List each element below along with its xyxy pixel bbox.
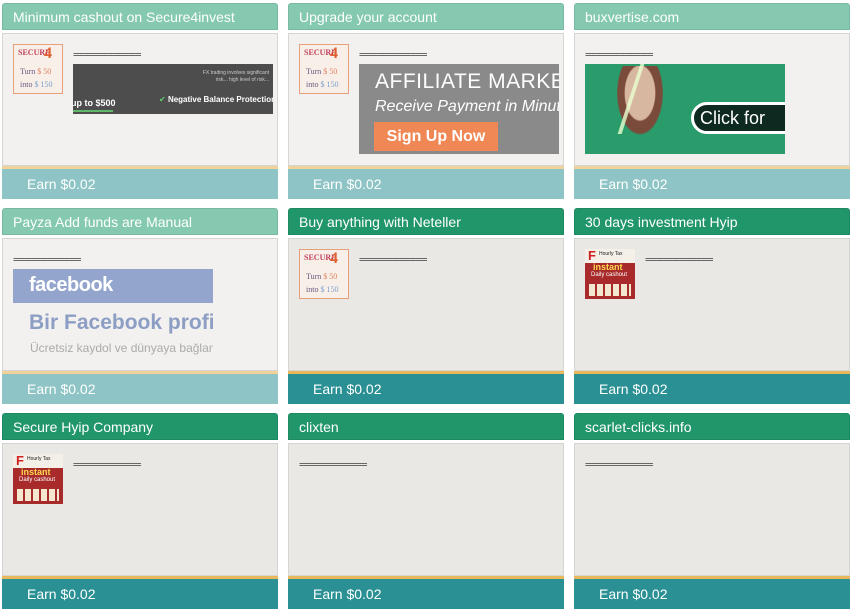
logo-line1-amount: $ 50 [323, 272, 338, 281]
affiliate-banner[interactable]: AFFILIATE MARKETER Receive Payment in Mi… [359, 64, 559, 154]
facebook-logo: facebook [29, 274, 113, 296]
logo-number: 4 [330, 45, 338, 62]
fire-logo: F Hourly Tax instant Daily cashout [13, 454, 63, 504]
ad-body[interactable]: F Hourly Tax instant Daily cashout =====… [2, 443, 278, 576]
logo-line2-label: into [306, 285, 321, 294]
logo-letter: F [16, 454, 24, 468]
secure4invest-logo: SECURE 4 Turn $ 50 into $ 150 [299, 44, 349, 94]
logo-daily: Daily cashout [19, 477, 56, 483]
logo-daily: Daily cashout [591, 272, 628, 278]
secure4invest-logo: SECURE 4 Turn $ 50 into $ 150 [299, 249, 349, 299]
forex-banner[interactable]: FX trading involves significant risk... … [73, 64, 273, 114]
banner-fine-print: FX trading involves significant risk... … [202, 70, 269, 83]
ad-title[interactable]: scarlet-clicks.info [574, 413, 850, 440]
logo-bars [589, 284, 631, 296]
earn-label: Earn $0.02 [2, 169, 278, 199]
logo-sub: Hourly Tax [599, 251, 623, 257]
logo-line2-label: into [306, 80, 321, 89]
logo-letter: F [588, 249, 596, 263]
ad-card[interactable]: Buy anything with Neteller SECURE 4 Turn… [288, 208, 564, 404]
ad-body[interactable]: SECURE 4 Turn $ 50 into $ 150 ==========… [288, 33, 564, 166]
earn-label: Earn $0.02 [2, 374, 278, 404]
logo-line2-label: into [20, 80, 35, 89]
banner-deposit-text: up to $500 [73, 98, 116, 108]
ad-title[interactable]: 30 days investment Hyip [574, 208, 850, 235]
earn-label: Earn $0.02 [288, 579, 564, 609]
banner-subline: Ücretsiz kaydol ve dünyaya bağlan [30, 341, 213, 355]
logo-instant: instant [593, 262, 623, 272]
facebook-banner[interactable]: facebook Bir Facebook profili Ücretsiz k… [13, 269, 213, 359]
earn-label: Earn $0.02 [574, 374, 850, 404]
logo-line1: Turn $ 50 [306, 272, 337, 281]
ad-card[interactable]: clixten ============ Earn $0.02 [288, 413, 564, 609]
ad-title[interactable]: Upgrade your account [288, 3, 564, 30]
earn-label: Earn $0.02 [574, 579, 850, 609]
ad-title[interactable]: buxvertise.com [574, 3, 850, 30]
separator: ============ [73, 458, 141, 471]
separator: ============ [585, 458, 653, 471]
logo-number: 4 [330, 250, 338, 267]
logo-line2-amount: $ 150 [320, 80, 339, 89]
ad-body[interactable]: ============ [574, 443, 850, 576]
logo-line1-label: Turn [306, 272, 324, 281]
couple-image [605, 66, 675, 154]
logo-line2: into $ 150 [20, 80, 52, 89]
logo-line2: into $ 150 [306, 285, 338, 294]
logo-line2-amount: $ 150 [320, 285, 339, 294]
buxvertise-banner[interactable]: Click for [585, 64, 785, 154]
separator: ============ [73, 48, 141, 61]
ad-card[interactable]: buxvertise.com ============ Click for Ea… [574, 3, 850, 199]
ad-title[interactable]: Minimum cashout on Secure4invest [2, 3, 278, 30]
sign-up-button[interactable]: Sign Up Now [374, 122, 498, 151]
logo-line1: Turn $ 50 [20, 67, 51, 76]
fire-logo: F Hourly Tax instant Daily cashout [585, 249, 635, 299]
banner-protection: ✔ Negative Balance Protection [159, 95, 273, 104]
earn-label: Earn $0.02 [2, 579, 278, 609]
earn-label: Earn $0.02 [288, 169, 564, 199]
banner-subline: Receive Payment in Minutes [375, 98, 559, 115]
ad-title[interactable]: Payza Add funds are Manual [2, 208, 278, 235]
ad-body[interactable]: SECURE 4 Turn $ 50 into $ 150 ==========… [2, 33, 278, 166]
ad-body[interactable]: ============ facebook Bir Facebook profi… [2, 238, 278, 371]
logo-line1-amount: $ 50 [37, 67, 52, 76]
banner-protection-text: Negative Balance Protection [167, 95, 273, 104]
ad-card[interactable]: Secure Hyip Company F Hourly Tax instant… [2, 413, 278, 609]
ad-body[interactable]: F Hourly Tax instant Daily cashout =====… [574, 238, 850, 371]
check-icon: ✔ [159, 95, 166, 104]
logo-line2-amount: $ 150 [34, 80, 53, 89]
ad-card[interactable]: 30 days investment Hyip F Hourly Tax ins… [574, 208, 850, 404]
ad-title[interactable]: clixten [288, 413, 564, 440]
separator: ============ [13, 253, 81, 266]
separator: ============ [645, 253, 713, 266]
ad-card[interactable]: Payza Add funds are Manual ============ … [2, 208, 278, 404]
banner-headline: AFFILIATE MARKETER [375, 70, 559, 93]
ad-title[interactable]: Secure Hyip Company [2, 413, 278, 440]
separator: ============ [359, 253, 427, 266]
ad-title[interactable]: Buy anything with Neteller [288, 208, 564, 235]
ad-body[interactable]: ============ [288, 443, 564, 576]
ad-card[interactable]: Upgrade your account SECURE 4 Turn $ 50 … [288, 3, 564, 199]
ad-body[interactable]: ============ Click for [574, 33, 850, 166]
ad-card[interactable]: scarlet-clicks.info ============ Earn $0… [574, 413, 850, 609]
earn-label: Earn $0.02 [288, 374, 564, 404]
ad-body[interactable]: SECURE 4 Turn $ 50 into $ 150 ==========… [288, 238, 564, 371]
separator: ============ [359, 48, 427, 61]
ad-card[interactable]: Minimum cashout on Secure4invest SECURE … [2, 3, 278, 199]
logo-line2: into $ 150 [306, 80, 338, 89]
banner-headline: Bir Facebook profili [29, 311, 213, 334]
logo-instant: instant [21, 467, 51, 477]
separator: ============ [585, 48, 653, 61]
separator: ============ [299, 458, 367, 471]
secure4invest-logo: SECURE 4 Turn $ 50 into $ 150 [13, 44, 63, 94]
logo-bars [17, 489, 59, 501]
logo-line1: Turn $ 50 [306, 67, 337, 76]
logo-line1-label: Turn [306, 67, 324, 76]
banner-underline [73, 110, 113, 112]
logo-number: 4 [44, 45, 52, 62]
earn-label: Earn $0.02 [574, 169, 850, 199]
logo-line1-label: Turn [20, 67, 38, 76]
click-button[interactable]: Click for [691, 102, 785, 134]
logo-sub: Hourly Tax [27, 456, 51, 462]
logo-line1-amount: $ 50 [323, 67, 338, 76]
